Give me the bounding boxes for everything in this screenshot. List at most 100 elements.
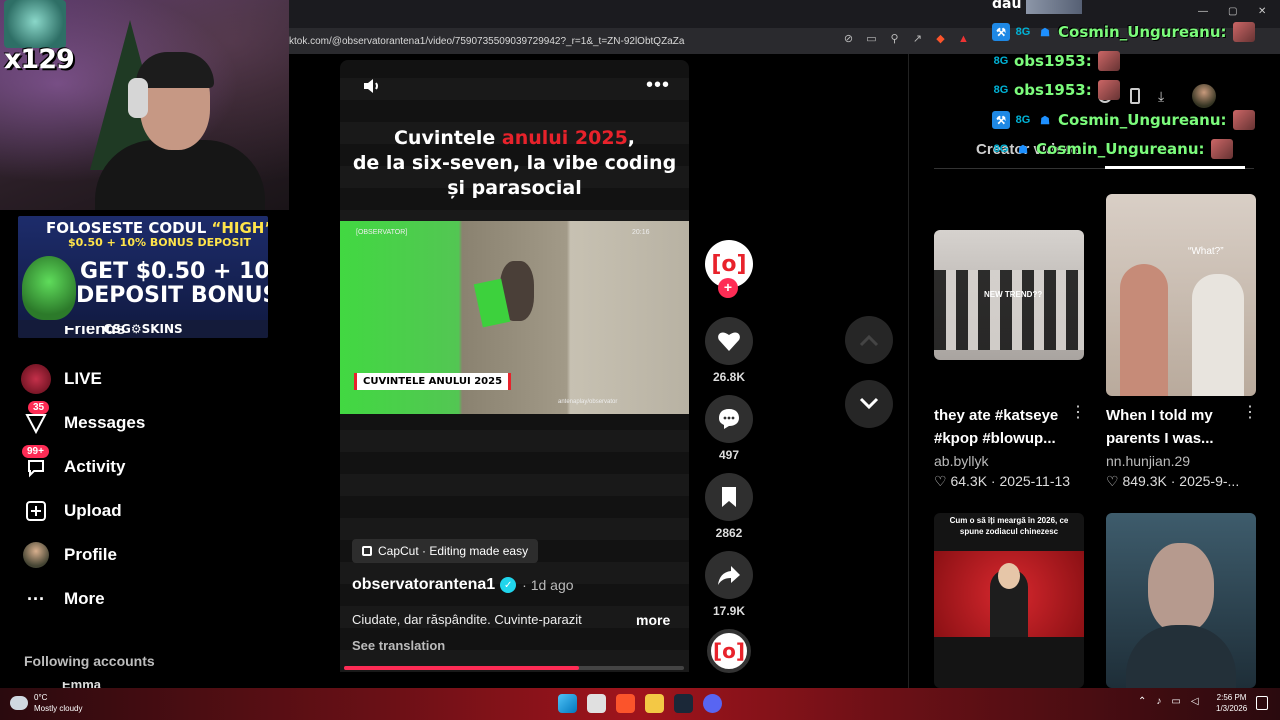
card-meta: ♡ 849.3K · 2025-9-...: [1106, 473, 1240, 489]
video-progress-fill: [344, 666, 579, 670]
mobile-icon[interactable]: [1130, 88, 1140, 104]
chat-message: 8G ☗ Cosmin_Ungureanu:: [992, 137, 1233, 161]
comment-button[interactable]: [705, 395, 753, 443]
video-thumbnail[interactable]: “What?”: [1106, 194, 1256, 396]
close-window-icon[interactable]: ✕: [1258, 6, 1266, 17]
like-button[interactable]: [705, 317, 753, 365]
hammer-badge-icon: ⚒: [992, 111, 1010, 129]
video-description: Ciudate, dar răspândite. Cuvinte-parazit: [352, 612, 582, 627]
volume-icon[interactable]: [362, 76, 382, 101]
discord-icon[interactable]: [703, 694, 722, 713]
url-text[interactable]: ktok.com/@observatorantena1/video/759073…: [289, 36, 684, 47]
chat-message: 8G obs1953:: [992, 78, 1120, 102]
weather-widget[interactable]: 0°C Mostly cloudy: [10, 692, 82, 714]
chat-message: 8G obs1953:: [992, 49, 1120, 73]
see-translation-link[interactable]: See translation: [352, 638, 445, 653]
capcut-link[interactable]: CapCut · Editing made easy: [352, 539, 539, 563]
promo-code-line: FOLOSESTE CODUL “HIGH”: [46, 219, 268, 237]
activity-badge: 99+: [22, 445, 49, 458]
next-video-button[interactable]: [845, 380, 893, 428]
share-count: 17.9K: [712, 604, 746, 618]
video-thumbnail[interactable]: NEW TREND??: [934, 230, 1084, 360]
steam-icon[interactable]: [674, 694, 693, 713]
notification-icon[interactable]: [1256, 696, 1268, 710]
more-button[interactable]: more: [636, 612, 670, 628]
bot-badge-icon: ☗: [1018, 143, 1028, 156]
brave-shield-icon[interactable]: ◆: [934, 33, 947, 46]
card-meta: ♡ 64.3K · 2025-11-13: [934, 473, 1071, 489]
video-thumbnail[interactable]: Cum o să îți meargă în 2026, ce spune zo…: [934, 513, 1084, 688]
promo-headline-1: GET $0.50 + 10%: [80, 259, 268, 284]
promo-banner: FOLOSESTE CODUL “HIGH” $0.50 + 10% BONUS…: [18, 216, 268, 338]
user-avatar[interactable]: [1192, 84, 1217, 108]
task-view-icon[interactable]: [587, 694, 606, 713]
share-button[interactable]: [705, 551, 753, 599]
file-explorer-icon[interactable]: [645, 694, 664, 713]
sidebar-item-more[interactable]: ··· More: [20, 582, 105, 616]
mute-tab-icon[interactable]: ⊘: [842, 33, 855, 46]
messages-badge: 35: [28, 401, 50, 414]
cloud-icon: [10, 696, 28, 710]
sidebar-item-upload[interactable]: Upload: [20, 494, 122, 528]
streamer-body: [95, 140, 265, 210]
zoom-icon[interactable]: ⚲: [888, 33, 901, 46]
card-menu-icon[interactable]: ⋮: [1070, 402, 1086, 422]
save-button[interactable]: [705, 473, 753, 521]
windows-start-icon[interactable]: [558, 694, 577, 713]
author-name[interactable]: observatorantena1: [352, 576, 495, 594]
chat-message-text: dau: [992, 0, 1022, 12]
video-player[interactable]: ••• Cuvintele anului 2025, de la six-sev…: [340, 60, 689, 672]
download-icon[interactable]: ⤓: [1158, 88, 1164, 105]
follow-button[interactable]: +: [718, 278, 738, 298]
cast-icon[interactable]: ▭: [865, 33, 878, 46]
music-disc[interactable]: [o]: [707, 629, 751, 673]
share-arrow-icon: [718, 566, 740, 585]
video-menu-icon[interactable]: •••: [646, 74, 670, 97]
bot-badge-icon: ☗: [1040, 26, 1050, 39]
video-progress-bar[interactable]: [344, 666, 684, 670]
promo-subline: $0.50 + 10% BONUS DEPOSIT: [68, 236, 252, 249]
video-thumbnail[interactable]: [1106, 513, 1256, 688]
messages-icon: 35: [20, 401, 52, 439]
previous-video-button[interactable]: [845, 316, 893, 364]
chat-emote: [1232, 110, 1255, 130]
taskbar-apps: [558, 694, 722, 713]
sub-badge-icon: 8G: [993, 84, 1009, 96]
brave-browser-icon[interactable]: [616, 694, 635, 713]
chevron-up-icon: [859, 334, 879, 347]
network-icon[interactable]: ▭: [1171, 696, 1180, 707]
card-author[interactable]: nn.hunjian.29: [1106, 453, 1190, 469]
share-icon[interactable]: ↗: [911, 33, 924, 46]
card-title[interactable]: they ate #katseye #kpop #blowup...: [934, 404, 1074, 450]
chat-emote: [1097, 51, 1120, 71]
rewards-icon[interactable]: ▲: [957, 33, 970, 46]
sidebar-item-live[interactable]: LIVE: [20, 362, 102, 396]
address-bar-tools: ⊘ ▭ ⚲ ↗ ◆ ▲: [842, 33, 970, 46]
sidebar-item-profile[interactable]: Profile: [20, 538, 117, 572]
sidebar-item-activity[interactable]: 99+ Activity: [20, 445, 125, 484]
tray-expand-icon[interactable]: ⌃: [1138, 696, 1146, 707]
live-icon: [20, 363, 52, 395]
windows-taskbar: 0°C Mostly cloudy ⌃ ♪ ▭ ◁ 2:56 PM 1/3/20…: [0, 688, 1280, 720]
card-title[interactable]: When I told my parents I was...: [1106, 404, 1246, 450]
thumbnail-overlay-text: NEW TREND??: [984, 290, 1043, 299]
sidebar-item-friends[interactable]: Friends: [64, 326, 125, 338]
taskbar-clock[interactable]: 2:56 PM 1/3/2026: [1216, 692, 1247, 714]
sub-badge-icon: 8G: [1015, 114, 1031, 126]
clip-source: antenaplay/observator: [558, 399, 618, 405]
speaker-icon[interactable]: ♪: [1156, 696, 1161, 707]
sub-avatar: [4, 0, 66, 48]
minimize-icon[interactable]: —: [1198, 6, 1208, 17]
card-menu-icon[interactable]: ⋮: [1242, 402, 1258, 422]
following-accounts-heading: Following accounts: [24, 653, 155, 669]
card-author[interactable]: ab.byllyk: [934, 453, 988, 469]
chevron-down-icon: [859, 397, 879, 410]
sub-badge-icon: 8G: [1015, 26, 1031, 38]
hammer-badge-icon: ⚒: [992, 23, 1010, 41]
chat-emote: [1232, 22, 1255, 42]
author-row: observatorantena1 ✓ · 1d ago: [352, 576, 574, 594]
maximize-icon[interactable]: ▢: [1228, 6, 1237, 17]
sidebar-item-messages[interactable]: 35 Messages: [20, 401, 145, 440]
volume-tray-icon[interactable]: ◁: [1191, 696, 1199, 707]
thumbnail-overlay-text: Cum o să îți meargă în 2026, ce spune zo…: [949, 516, 1069, 536]
